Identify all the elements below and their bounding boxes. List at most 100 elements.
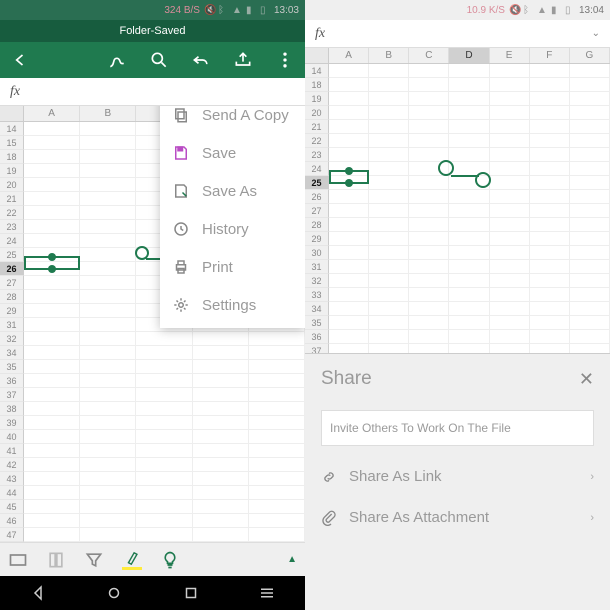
row-header[interactable]: 27	[0, 276, 24, 290]
row-header[interactable]: 29	[305, 232, 329, 246]
row-header[interactable]: 46	[0, 514, 24, 528]
row-header[interactable]: 41	[0, 444, 24, 458]
nav-back[interactable]	[29, 584, 47, 602]
row-header[interactable]: 30	[305, 246, 329, 260]
formula-bar[interactable]: fx ⌄	[305, 20, 610, 48]
row-header[interactable]: 38	[0, 402, 24, 416]
formula-bar[interactable]: fx	[0, 78, 305, 106]
format-button[interactable]	[122, 550, 142, 570]
clock: 13:04	[579, 5, 604, 16]
share-as-attachment[interactable]: Share As Attachment ›	[305, 497, 610, 538]
row-header[interactable]: 25	[0, 248, 24, 262]
row-header[interactable]: 34	[0, 346, 24, 360]
row-header[interactable]: 22	[0, 206, 24, 220]
col-header[interactable]: F	[530, 48, 570, 63]
menu-save[interactable]: Save	[160, 134, 305, 172]
share-button[interactable]	[233, 50, 253, 70]
row-header[interactable]: 31	[305, 260, 329, 274]
menu-save-as[interactable]: Save As	[160, 172, 305, 210]
row-header[interactable]: 14	[0, 122, 24, 136]
row-header[interactable]: 24	[0, 234, 24, 248]
row-header[interactable]: 28	[0, 290, 24, 304]
select-all-corner[interactable]	[0, 106, 24, 121]
nav-home[interactable]	[105, 584, 123, 602]
row-header[interactable]: 32	[0, 332, 24, 346]
save-icon	[172, 144, 190, 162]
row-header[interactable]: 42	[0, 458, 24, 472]
col-header[interactable]: G	[570, 48, 610, 63]
row-header[interactable]: 15	[0, 136, 24, 150]
sheet-tabs-button[interactable]	[8, 550, 28, 570]
file-title: Folder-Saved	[119, 25, 185, 37]
row-header[interactable]: 23	[305, 148, 329, 162]
more-button[interactable]	[275, 50, 295, 70]
row-header[interactable]: 37	[0, 388, 24, 402]
close-button[interactable]: ✕	[579, 369, 594, 390]
row-header[interactable]: 35	[305, 316, 329, 330]
row-header[interactable]: 20	[0, 178, 24, 192]
grid-rows[interactable]: 1418192021222324252627282930313233343536…	[305, 64, 610, 386]
row-header[interactable]: 27	[305, 204, 329, 218]
mute-icon: 🔇	[509, 5, 519, 15]
row-header[interactable]: 24	[305, 162, 329, 176]
col-header[interactable]: C	[409, 48, 449, 63]
bluetooth-icon: ᛒ	[523, 5, 533, 15]
row-header[interactable]: 34	[305, 302, 329, 316]
menu-print[interactable]: Print	[160, 248, 305, 286]
row-header[interactable]: 40	[0, 430, 24, 444]
nav-menu[interactable]	[258, 584, 276, 602]
row-header[interactable]: 25	[305, 176, 329, 190]
row-header[interactable]: 19	[305, 92, 329, 106]
row-header[interactable]: 36	[305, 330, 329, 344]
menu-settings[interactable]: Settings	[160, 286, 305, 324]
col-header[interactable]: B	[80, 106, 136, 121]
row-header[interactable]: 45	[0, 500, 24, 514]
row-header[interactable]: 23	[0, 220, 24, 234]
nav-recent[interactable]	[182, 584, 200, 602]
row-header[interactable]: 22	[305, 134, 329, 148]
row-header[interactable]: 29	[0, 304, 24, 318]
chevron-down-icon[interactable]: ⌄	[592, 28, 600, 39]
ideas-button[interactable]	[160, 550, 180, 570]
row-header[interactable]: 31	[0, 318, 24, 332]
chevron-right-icon: ›	[590, 512, 594, 524]
col-header[interactable]: A	[24, 106, 80, 121]
settings-icon	[172, 296, 190, 314]
row-header[interactable]: 18	[0, 150, 24, 164]
col-header[interactable]: D	[449, 48, 489, 63]
context-menu: Send A Copy Save Save As History Print	[160, 106, 305, 328]
row-header[interactable]: 21	[0, 192, 24, 206]
row-header[interactable]: 39	[0, 416, 24, 430]
row-header[interactable]: 14	[305, 64, 329, 78]
card-view-button[interactable]	[46, 550, 66, 570]
menu-history[interactable]: History	[160, 210, 305, 248]
row-header[interactable]: 32	[305, 274, 329, 288]
col-header[interactable]: B	[369, 48, 409, 63]
row-header[interactable]: 44	[0, 486, 24, 500]
select-all-corner[interactable]	[305, 48, 329, 63]
draw-button[interactable]	[107, 50, 127, 70]
undo-button[interactable]	[191, 50, 211, 70]
row-header[interactable]: 33	[305, 288, 329, 302]
back-button[interactable]	[10, 50, 30, 70]
row-header[interactable]: 36	[0, 374, 24, 388]
row-header[interactable]: 47	[0, 528, 24, 542]
filter-button[interactable]	[84, 550, 104, 570]
row-header[interactable]: 18	[305, 78, 329, 92]
row-header[interactable]: 21	[305, 120, 329, 134]
row-header[interactable]: 35	[0, 360, 24, 374]
col-header[interactable]: E	[490, 48, 530, 63]
spreadsheet-grid[interactable]: A B C D E 141518192021222324252627282931…	[0, 106, 305, 542]
share-as-link[interactable]: Share As Link ›	[305, 456, 610, 497]
col-header[interactable]: A	[329, 48, 369, 63]
row-header[interactable]: 19	[0, 164, 24, 178]
row-header[interactable]: 26	[305, 190, 329, 204]
expand-button[interactable]: ▲	[287, 554, 297, 565]
invite-input[interactable]: Invite Others To Work On The File	[321, 410, 594, 446]
row-header[interactable]: 28	[305, 218, 329, 232]
search-button[interactable]	[149, 50, 169, 70]
row-header[interactable]: 26	[0, 262, 24, 276]
menu-send-copy[interactable]: Send A Copy	[160, 106, 305, 134]
row-header[interactable]: 43	[0, 472, 24, 486]
row-header[interactable]: 20	[305, 106, 329, 120]
